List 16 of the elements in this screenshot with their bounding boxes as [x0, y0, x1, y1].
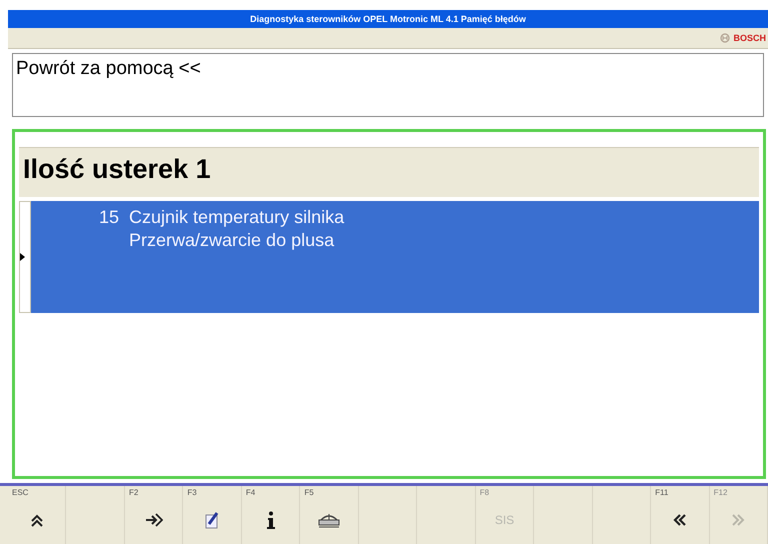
- pencil-note-icon: [204, 510, 220, 528]
- fault-row[interactable]: 15 Czujnik temperatury silnika Przerwa/zwarcie do plusa: [31, 201, 759, 313]
- window-title: Diagnostyka sterowników OPEL Motronic ML 4.1 Pamięć błędów: [250, 14, 526, 24]
- double-chevron-left-icon: [672, 512, 687, 526]
- fault-description: Czujnik temperatury silnika: [129, 207, 344, 228]
- fault-code: 15: [99, 207, 120, 229]
- message-text: Powrót za pomocą <<: [16, 58, 201, 79]
- logo-icon: [720, 33, 730, 43]
- double-chevron-right-icon: [731, 512, 746, 526]
- printer-icon: [317, 512, 342, 528]
- double-chevron-up-icon: [30, 512, 44, 526]
- info-icon: [266, 510, 275, 528]
- current-row-icon: [20, 253, 25, 261]
- brand-name: BOSCH: [733, 33, 766, 43]
- fault-description: Przerwa/zwarcie do plusa: [129, 230, 336, 251]
- fault-count-heading: Ilość usterek 1: [19, 147, 759, 197]
